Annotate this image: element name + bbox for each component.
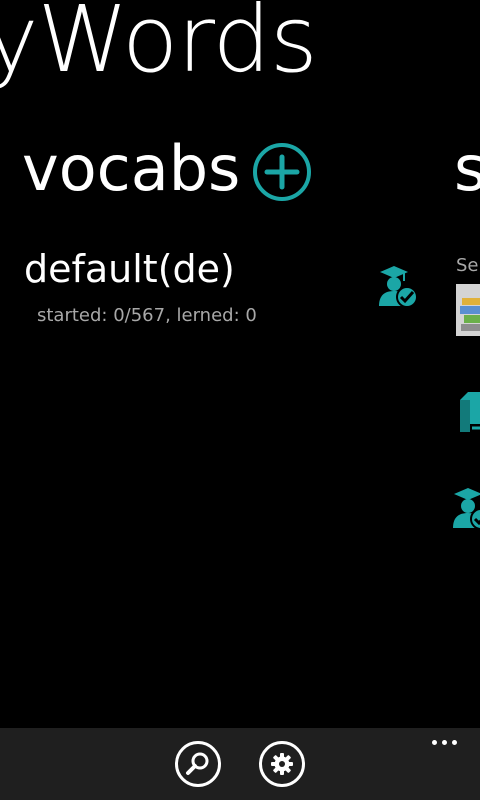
learner-check-icon[interactable] <box>450 486 480 530</box>
vocab-stats: started: 0/567, lerned: 0 <box>37 305 257 326</box>
section-header-next[interactable]: s <box>454 138 480 200</box>
app-title: yWords <box>0 0 318 93</box>
learner-check-icon[interactable] <box>376 264 420 308</box>
vocab-name: default(de) <box>24 247 235 291</box>
books-thumbnail[interactable] <box>456 284 480 336</box>
app-bar <box>0 728 480 800</box>
next-section-label: Sel <box>456 255 480 276</box>
page: yWords vocabs default(de) started: 0/567… <box>0 0 480 800</box>
search-button[interactable] <box>175 741 221 787</box>
add-vocab-button[interactable] <box>252 142 312 202</box>
vocab-list-item[interactable]: default(de) started: 0/567, lerned: 0 <box>24 250 424 340</box>
book-icon[interactable] <box>456 390 480 434</box>
settings-button[interactable] <box>259 741 305 787</box>
ellipsis-icon[interactable] <box>430 732 460 752</box>
gear-icon <box>271 753 293 775</box>
section-header-vocabs[interactable]: vocabs <box>22 138 240 200</box>
search-icon <box>186 752 209 775</box>
add-circle-icon <box>253 143 311 201</box>
